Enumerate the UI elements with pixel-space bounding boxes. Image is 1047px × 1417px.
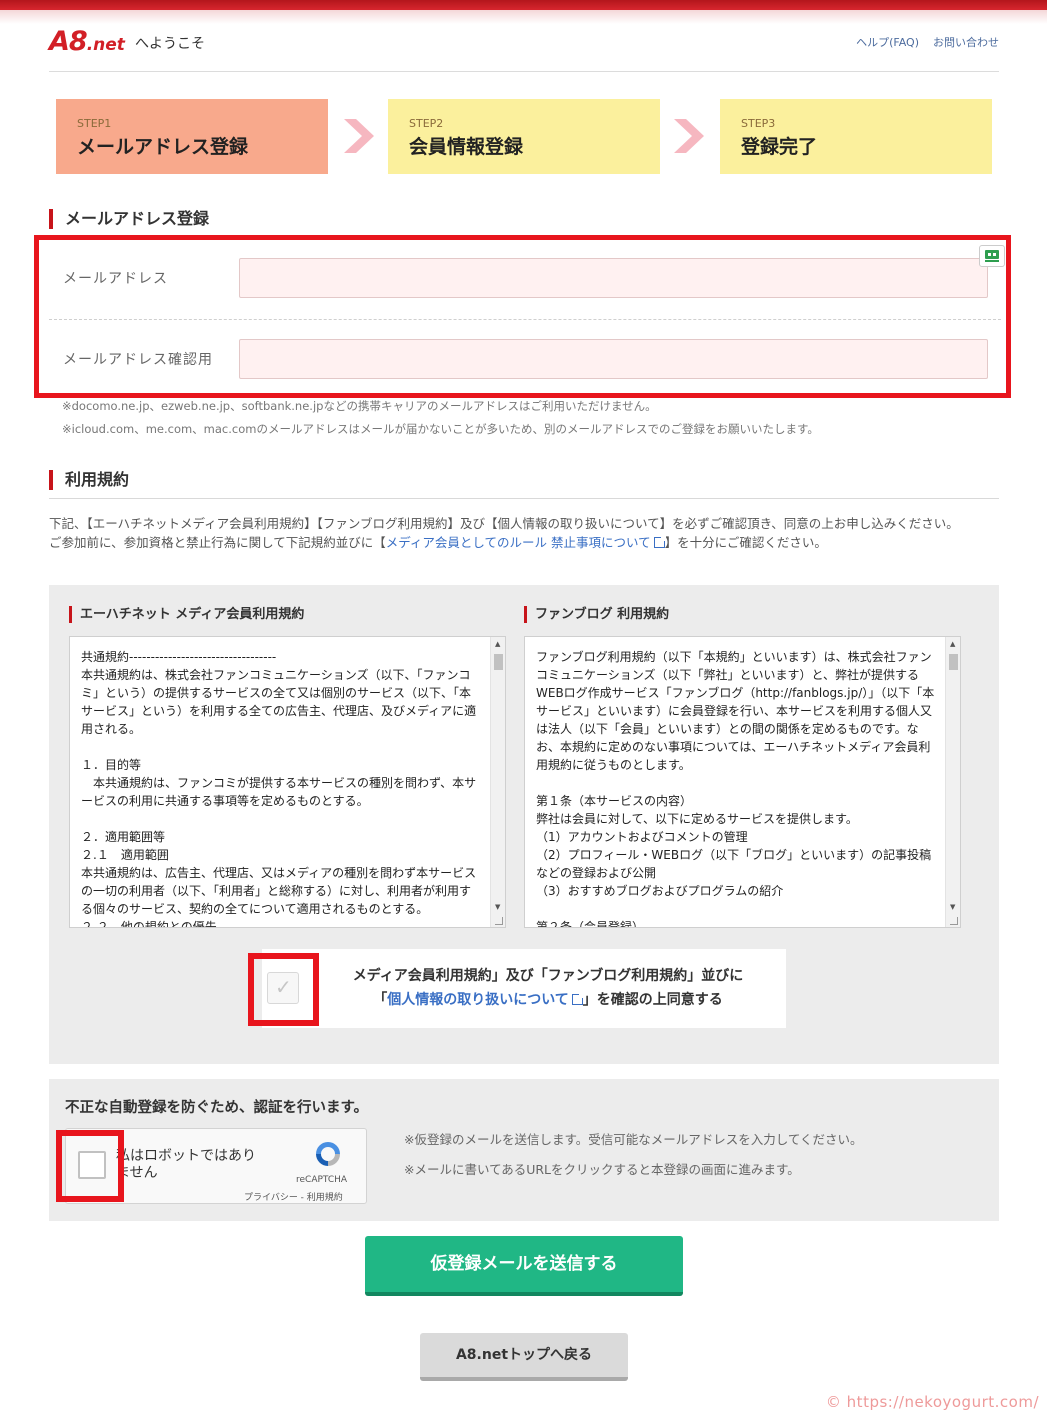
privacy-policy-link[interactable]: 個人情報の取り扱いについて (387, 992, 569, 1008)
email-section-title: メールアドレス登録 (49, 209, 209, 229)
recaptcha-label: 私はロボットではありません (116, 1148, 256, 1181)
email-confirm-label: メールアドレス確認用 (63, 352, 213, 368)
logo-main: A8 (49, 26, 88, 57)
step-number: STEP2 (409, 117, 444, 130)
terms-section-title: 利用規約 (49, 470, 129, 490)
terms-intro-line1: 下記、【エーハチネットメディア会員利用規約】【ファンブログ利用規約】及び【個人情… (49, 516, 959, 531)
agree-label[interactable]: メディア会員利用規約」及び「ファンブログ利用規約」並びに 「個人情報の取り扱いに… (318, 964, 778, 1012)
external-link-icon (571, 993, 584, 1005)
scroll-thumb[interactable] (494, 654, 503, 670)
media-rules-link[interactable]: メディア会員としてのルール 禁止事項について (386, 535, 651, 550)
step-number: STEP1 (77, 117, 112, 130)
scrollbar[interactable]: ▲ ▼ (490, 637, 505, 927)
recaptcha-brand: reCAPTCHA (296, 1175, 348, 1185)
terms-intro: 下記、【エーハチネットメディア会員利用規約】【ファンブログ利用規約】及び【個人情… (49, 514, 994, 552)
step-title: 会員情報登録 (409, 136, 524, 158)
contact-link[interactable]: お問い合わせ (933, 36, 999, 49)
back-to-top-button[interactable]: A8.netトップへ戻る (420, 1333, 628, 1381)
step-3: STEP3 登録完了 (720, 99, 992, 174)
scroll-thumb[interactable] (949, 654, 958, 670)
resize-handle[interactable] (495, 917, 503, 925)
terms-intro-text: ご参加前に、参加資格と禁止行為に関して下記規約並びに【 (49, 535, 386, 550)
registration-steps: STEP1 メールアドレス登録 STEP2 会員情報登録 STEP3 登録完了 (56, 99, 992, 174)
email-form-highlight: メールアドレス メールアドレス確認用 (34, 235, 1011, 398)
captcha-note1: ※仮登録のメールを送信します。受信可能なメールアドレスを入力してください。 (404, 1132, 863, 1147)
chevron-right-icon (674, 119, 704, 153)
email-input[interactable] (239, 258, 988, 298)
scrollbar[interactable]: ▲ ▼ (945, 637, 960, 927)
row-divider (49, 319, 1001, 320)
icloud-note: ※icloud.com、me.com、mac.comのメールアドレスはメールが届… (62, 422, 819, 436)
agree-suffix: 」を確認の上同意する (582, 992, 723, 1008)
recaptcha-links[interactable]: プライバシー - 利用規約 (244, 1190, 343, 1203)
logo-suffix: .net (86, 35, 125, 55)
agree-line2: 「個人情報の取り扱いについて 」を確認の上同意する (318, 988, 778, 1012)
media-terms-title: エーハチネット メディア会員利用規約 (69, 606, 304, 623)
captcha-note2: ※メールに書いてあるURLをクリックすると本登録の画面に進みます。 (404, 1162, 800, 1177)
welcome-text: へようこそ (135, 36, 205, 52)
a8-logo[interactable]: A8.net (49, 26, 125, 57)
captcha-title: 不正な自動登録を防ぐため、認証を行います。 (65, 1100, 369, 1116)
agree-box: メディア会員利用規約」及び「ファンブログ利用規約」並びに 「個人情報の取り扱いに… (262, 949, 786, 1028)
email-confirm-input[interactable] (239, 339, 988, 379)
section-divider (49, 498, 999, 499)
external-link-icon (653, 536, 666, 548)
media-terms-text: 共通規約---------------------------------- 本… (81, 650, 477, 928)
fanblog-terms-textarea[interactable]: ファンブログ利用規約（以下「本規約」といいます）は、株式会社ファンコミュニケーシ… (524, 636, 961, 928)
autofill-icon[interactable] (979, 245, 1005, 267)
fanblog-terms-text: ファンブログ利用規約（以下「本規約」といいます）は、株式会社ファンコミュニケーシ… (536, 650, 935, 928)
step-title: 登録完了 (741, 136, 818, 158)
scroll-up-icon[interactable]: ▲ (950, 640, 955, 648)
recaptcha-icon (316, 1142, 340, 1166)
recaptcha-checkbox-highlight (56, 1130, 124, 1202)
scroll-down-icon[interactable]: ▼ (950, 903, 955, 911)
top-accent-bar (0, 0, 1047, 10)
agree-line1: メディア会員利用規約」及び「ファンブログ利用規約」並びに (352, 968, 744, 984)
send-provisional-mail-button[interactable]: 仮登録メールを送信する (365, 1236, 683, 1296)
terms-intro-text: 】を十分にご確認ください。 (664, 535, 827, 550)
page-header: A8.net へようこそ ヘルプ(FAQ) お問い合わせ (49, 26, 999, 72)
top-accent-fade (0, 10, 1047, 24)
step-number: STEP3 (741, 117, 776, 130)
step-1-current: STEP1 メールアドレス登録 (56, 99, 328, 174)
email-label: メールアドレス (63, 271, 168, 287)
media-terms-textarea[interactable]: 共通規約---------------------------------- 本… (69, 636, 506, 928)
help-link[interactable]: ヘルプ(FAQ) (856, 36, 919, 49)
carrier-note: ※docomo.ne.jp、ezweb.ne.jp、softbank.ne.jp… (62, 399, 657, 413)
chevron-right-icon (344, 119, 374, 153)
agree-bracket: 「 (373, 992, 388, 1008)
step-title: メールアドレス登録 (77, 136, 249, 158)
site-watermark: © https://nekoyogurt.com/ (825, 1393, 1039, 1411)
agree-checkbox-highlight (248, 953, 319, 1026)
header-links: ヘルプ(FAQ) お問い合わせ (842, 34, 999, 50)
resize-handle[interactable] (950, 917, 958, 925)
fanblog-terms-title: ファンブログ 利用規約 (524, 606, 669, 623)
scroll-up-icon[interactable]: ▲ (495, 640, 500, 648)
step-2: STEP2 会員情報登録 (388, 99, 660, 174)
scroll-down-icon[interactable]: ▼ (495, 903, 500, 911)
terms-intro-line2: ご参加前に、参加資格と禁止行為に関して下記規約並びに【メディア会員としてのルール… (49, 533, 994, 552)
